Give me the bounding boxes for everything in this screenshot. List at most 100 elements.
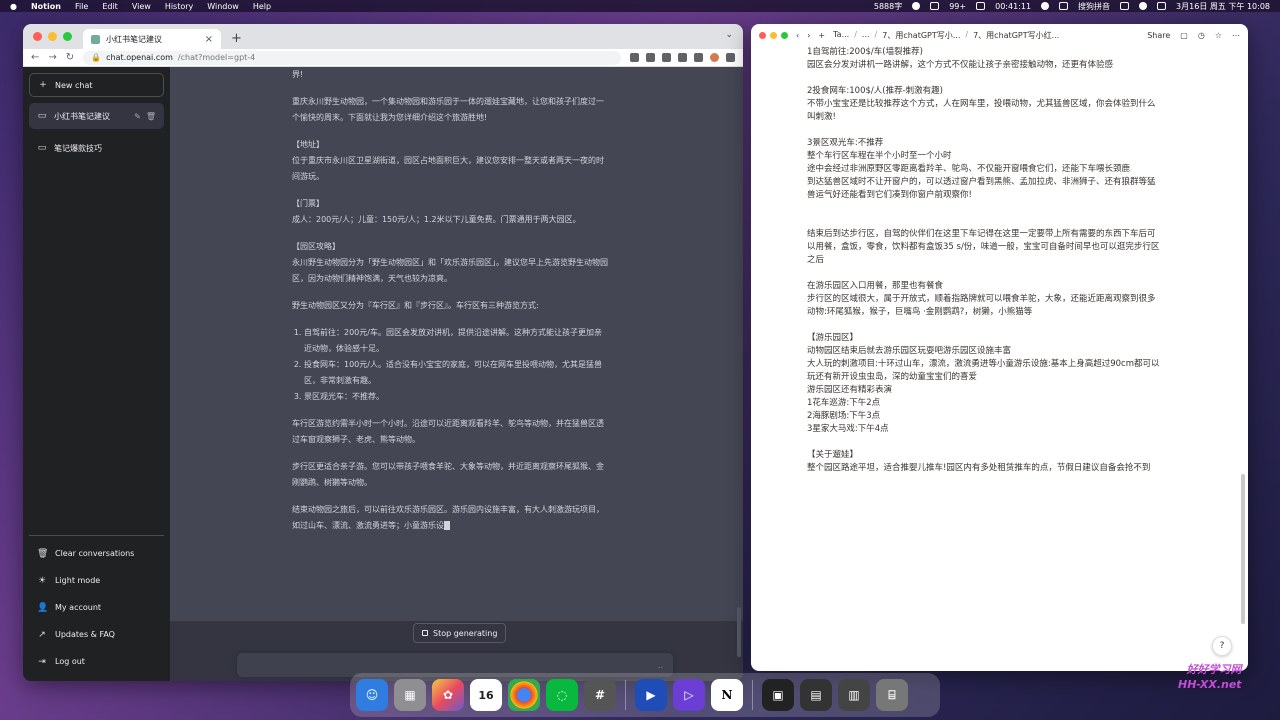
menu-window[interactable]: Window bbox=[207, 2, 239, 11]
updates-faq-link[interactable]: ↗ Updates & FAQ bbox=[29, 621, 164, 648]
help-button[interactable]: ? bbox=[1212, 636, 1232, 656]
edit-icon[interactable]: ✎ bbox=[134, 112, 141, 121]
microphone-icon[interactable] bbox=[912, 2, 921, 10]
text-block[interactable]: 园区会分发对讲机一路讲解，这个方式不仅能让孩子亲密接触动物，还更有体验感 bbox=[807, 59, 1191, 72]
more-icon[interactable]: ⋯ bbox=[1232, 31, 1240, 40]
puzzle-icon[interactable] bbox=[678, 53, 687, 62]
launchpad-icon[interactable]: ▦ bbox=[394, 679, 426, 711]
forward-icon[interactable]: › bbox=[807, 31, 810, 40]
extension-icon[interactable] bbox=[662, 53, 671, 62]
empty-block[interactable] bbox=[807, 124, 1191, 137]
control-center-icon[interactable] bbox=[1157, 2, 1167, 10]
text-block[interactable]: 【关于遛娃】 bbox=[807, 449, 1191, 462]
text-block[interactable]: 动物园区结束后就去游乐园区玩耍吧游乐园区设施丰富 bbox=[807, 345, 1191, 358]
empty-block[interactable] bbox=[807, 267, 1191, 280]
app-status-icon[interactable] bbox=[976, 2, 986, 10]
text-block[interactable]: 1自驾前往:200$/车(墙裂推荐) bbox=[807, 46, 1191, 59]
chat-scrollbar[interactable] bbox=[737, 607, 741, 657]
url-input[interactable]: 🔒 chat.openai.com/chat?model=gpt-4 bbox=[83, 50, 621, 65]
close-window-button[interactable] bbox=[759, 31, 766, 39]
text-block[interactable]: 整个园区路途平坦，适合推婴儿推车!园区内有多处租赁推车的点，节假日建议自备会抢不… bbox=[807, 462, 1191, 475]
recording-timer[interactable]: 00:41:11 bbox=[995, 2, 1031, 11]
notification-badge[interactable]: 99+ bbox=[949, 2, 966, 11]
text-block[interactable]: 【游乐园区】 bbox=[807, 332, 1191, 345]
back-icon[interactable]: ← bbox=[31, 52, 39, 63]
text-block[interactable]: 兽运气好还能看到它们凑到你窗户前观察你! bbox=[807, 189, 1191, 202]
comment-icon[interactable]: ▢ bbox=[1180, 31, 1188, 40]
calculator-icon[interactable]: # bbox=[584, 679, 616, 711]
text-block[interactable]: 不带小宝宝还是比较推荐这个方式，人在网车里，投喂动物，尤其猛兽区域，你会体验到什… bbox=[807, 98, 1191, 111]
empty-block[interactable] bbox=[807, 436, 1191, 449]
menu-view[interactable]: View bbox=[132, 2, 151, 11]
text-block[interactable]: 到达猛兽区域时不让开窗户的，可以透过窗户看到黑熊、孟加拉虎、非洲狮子、还有狼群等… bbox=[807, 176, 1191, 189]
conversation-item[interactable]: ▭ 小红书笔记建议 ✎ 🗑 bbox=[29, 103, 164, 129]
star-icon[interactable]: ☆ bbox=[1215, 31, 1222, 40]
recent-window-icon[interactable]: ▤ bbox=[800, 679, 832, 711]
media-app-icon[interactable]: ▷ bbox=[673, 679, 705, 711]
log-out-button[interactable]: ⇥ Log out bbox=[29, 648, 164, 675]
text-block[interactable]: 游乐园区还有精彩表演 bbox=[807, 384, 1191, 397]
text-block[interactable]: 步行区的区域很大，属于开放式，顺着指路牌就可以喂食羊驼，大象，还能近距离观察到很… bbox=[807, 293, 1191, 306]
text-block[interactable]: 1花车巡游:下午2点 bbox=[807, 397, 1191, 410]
send-icon[interactable]: .. bbox=[658, 661, 663, 670]
menu-file[interactable]: File bbox=[75, 2, 88, 11]
conversation-item[interactable]: ▭ 笔记爆款技巧 bbox=[29, 135, 164, 161]
add-page-icon[interactable]: + bbox=[818, 31, 825, 40]
word-count[interactable]: 5888字 bbox=[874, 1, 902, 12]
datetime[interactable]: 3月16日 周五 下午 10:08 bbox=[1176, 1, 1270, 12]
minimize-window-button[interactable] bbox=[770, 31, 777, 39]
input-method[interactable]: 搜狗拼音 bbox=[1078, 1, 1110, 12]
my-account-button[interactable]: 👤 My account bbox=[29, 594, 164, 621]
text-block[interactable]: 在游乐园区入口用餐，那里也有餐食 bbox=[807, 280, 1191, 293]
chrome-icon[interactable] bbox=[508, 679, 540, 711]
notion-scrollbar[interactable] bbox=[1241, 474, 1245, 624]
text-block[interactable]: 整个车行区车程在半个小时至一个小时 bbox=[807, 150, 1191, 163]
wechat-status-icon[interactable] bbox=[1059, 2, 1069, 10]
sidebar-icon[interactable] bbox=[694, 53, 703, 62]
trash-icon[interactable]: 🗑 bbox=[146, 112, 156, 121]
text-block[interactable]: 2海豚剧场:下午3点 bbox=[807, 410, 1191, 423]
menu-edit[interactable]: Edit bbox=[102, 2, 118, 11]
photos-icon[interactable]: ✿ bbox=[432, 679, 464, 711]
more-icon[interactable] bbox=[726, 53, 735, 62]
forward-icon[interactable]: → bbox=[48, 52, 56, 63]
browser-tab[interactable]: 小红书笔记建议 × bbox=[83, 29, 221, 49]
text-block[interactable]: 之后 bbox=[807, 254, 1191, 267]
clock-icon[interactable]: ◷ bbox=[1198, 31, 1205, 40]
clear-conversations-button[interactable]: 🗑 Clear conversations bbox=[29, 540, 164, 567]
apple-icon[interactable]: ● bbox=[10, 2, 17, 11]
reload-icon[interactable]: ↻ bbox=[66, 52, 74, 63]
notion-page-content[interactable]: 1自驾前往:200$/车(墙裂推荐) 园区会分发对讲机一路讲解，这个方式不仅能让孩… bbox=[807, 46, 1191, 475]
text-block[interactable]: 大人玩的刺激项目:十环过山车，漂流，激流勇进等小童游乐设施:基本上身高超过90c… bbox=[807, 358, 1191, 371]
back-icon[interactable]: ‹ bbox=[796, 31, 799, 40]
star-icon[interactable] bbox=[646, 53, 655, 62]
new-tab-icon[interactable]: + bbox=[231, 31, 242, 46]
recent-window-icon[interactable]: ▥ bbox=[838, 679, 870, 711]
text-block[interactable]: 动物:环尾狐猴，猴子，巨嘴鸟 ·金刚鹦鹉?，树獭，小熊猫等 bbox=[807, 306, 1191, 319]
menu-history[interactable]: History bbox=[165, 2, 193, 11]
zoom-window-button[interactable] bbox=[781, 31, 788, 39]
stop-generating-button[interactable]: Stop generating bbox=[413, 623, 507, 643]
wifi-icon[interactable] bbox=[1139, 2, 1148, 10]
minimize-window-button[interactable] bbox=[48, 32, 57, 41]
battery-icon[interactable] bbox=[1120, 2, 1130, 10]
recent-window-icon[interactable]: ▣ bbox=[762, 679, 794, 711]
breadcrumb-item[interactable]: 7、用chatGPT写小... bbox=[882, 30, 960, 41]
share-icon[interactable] bbox=[630, 53, 639, 62]
light-mode-button[interactable]: ☀ Light mode bbox=[29, 567, 164, 594]
empty-block[interactable] bbox=[807, 202, 1191, 215]
control-icon[interactable] bbox=[1041, 2, 1050, 10]
calendar-icon[interactable]: 16 bbox=[470, 679, 502, 711]
text-block[interactable]: 以用餐，盒饭，零食，饮料都有盒饭35 s/份，味道一般，宝宝可自备时间早也可以逛… bbox=[807, 241, 1191, 254]
text-block[interactable]: + ⋮⋮3景区观光车:不推荐 bbox=[807, 137, 1191, 150]
text-block[interactable]: 结束后到达步行区，自驾的伙伴们在这里下车记得在这里一定要带上所有需要的东西下车后… bbox=[807, 228, 1191, 241]
menu-help[interactable]: Help bbox=[253, 2, 271, 11]
text-block[interactable]: 途中会经过非洲原野区零距离看羚羊、鸵鸟、不仅能开窗喂食它们，还能下车喂长颈鹿 bbox=[807, 163, 1191, 176]
zoom-window-button[interactable] bbox=[63, 32, 72, 41]
breadcrumb-item[interactable]: 7、用chatGPT写小红... bbox=[973, 30, 1059, 41]
drag-handle-icon[interactable]: + ⋮⋮ bbox=[807, 137, 810, 150]
menubar-app-name[interactable]: Notion bbox=[31, 2, 61, 11]
finder-icon[interactable]: ☺ bbox=[356, 679, 388, 711]
profile-avatar[interactable] bbox=[710, 53, 719, 62]
empty-block[interactable] bbox=[807, 215, 1191, 228]
